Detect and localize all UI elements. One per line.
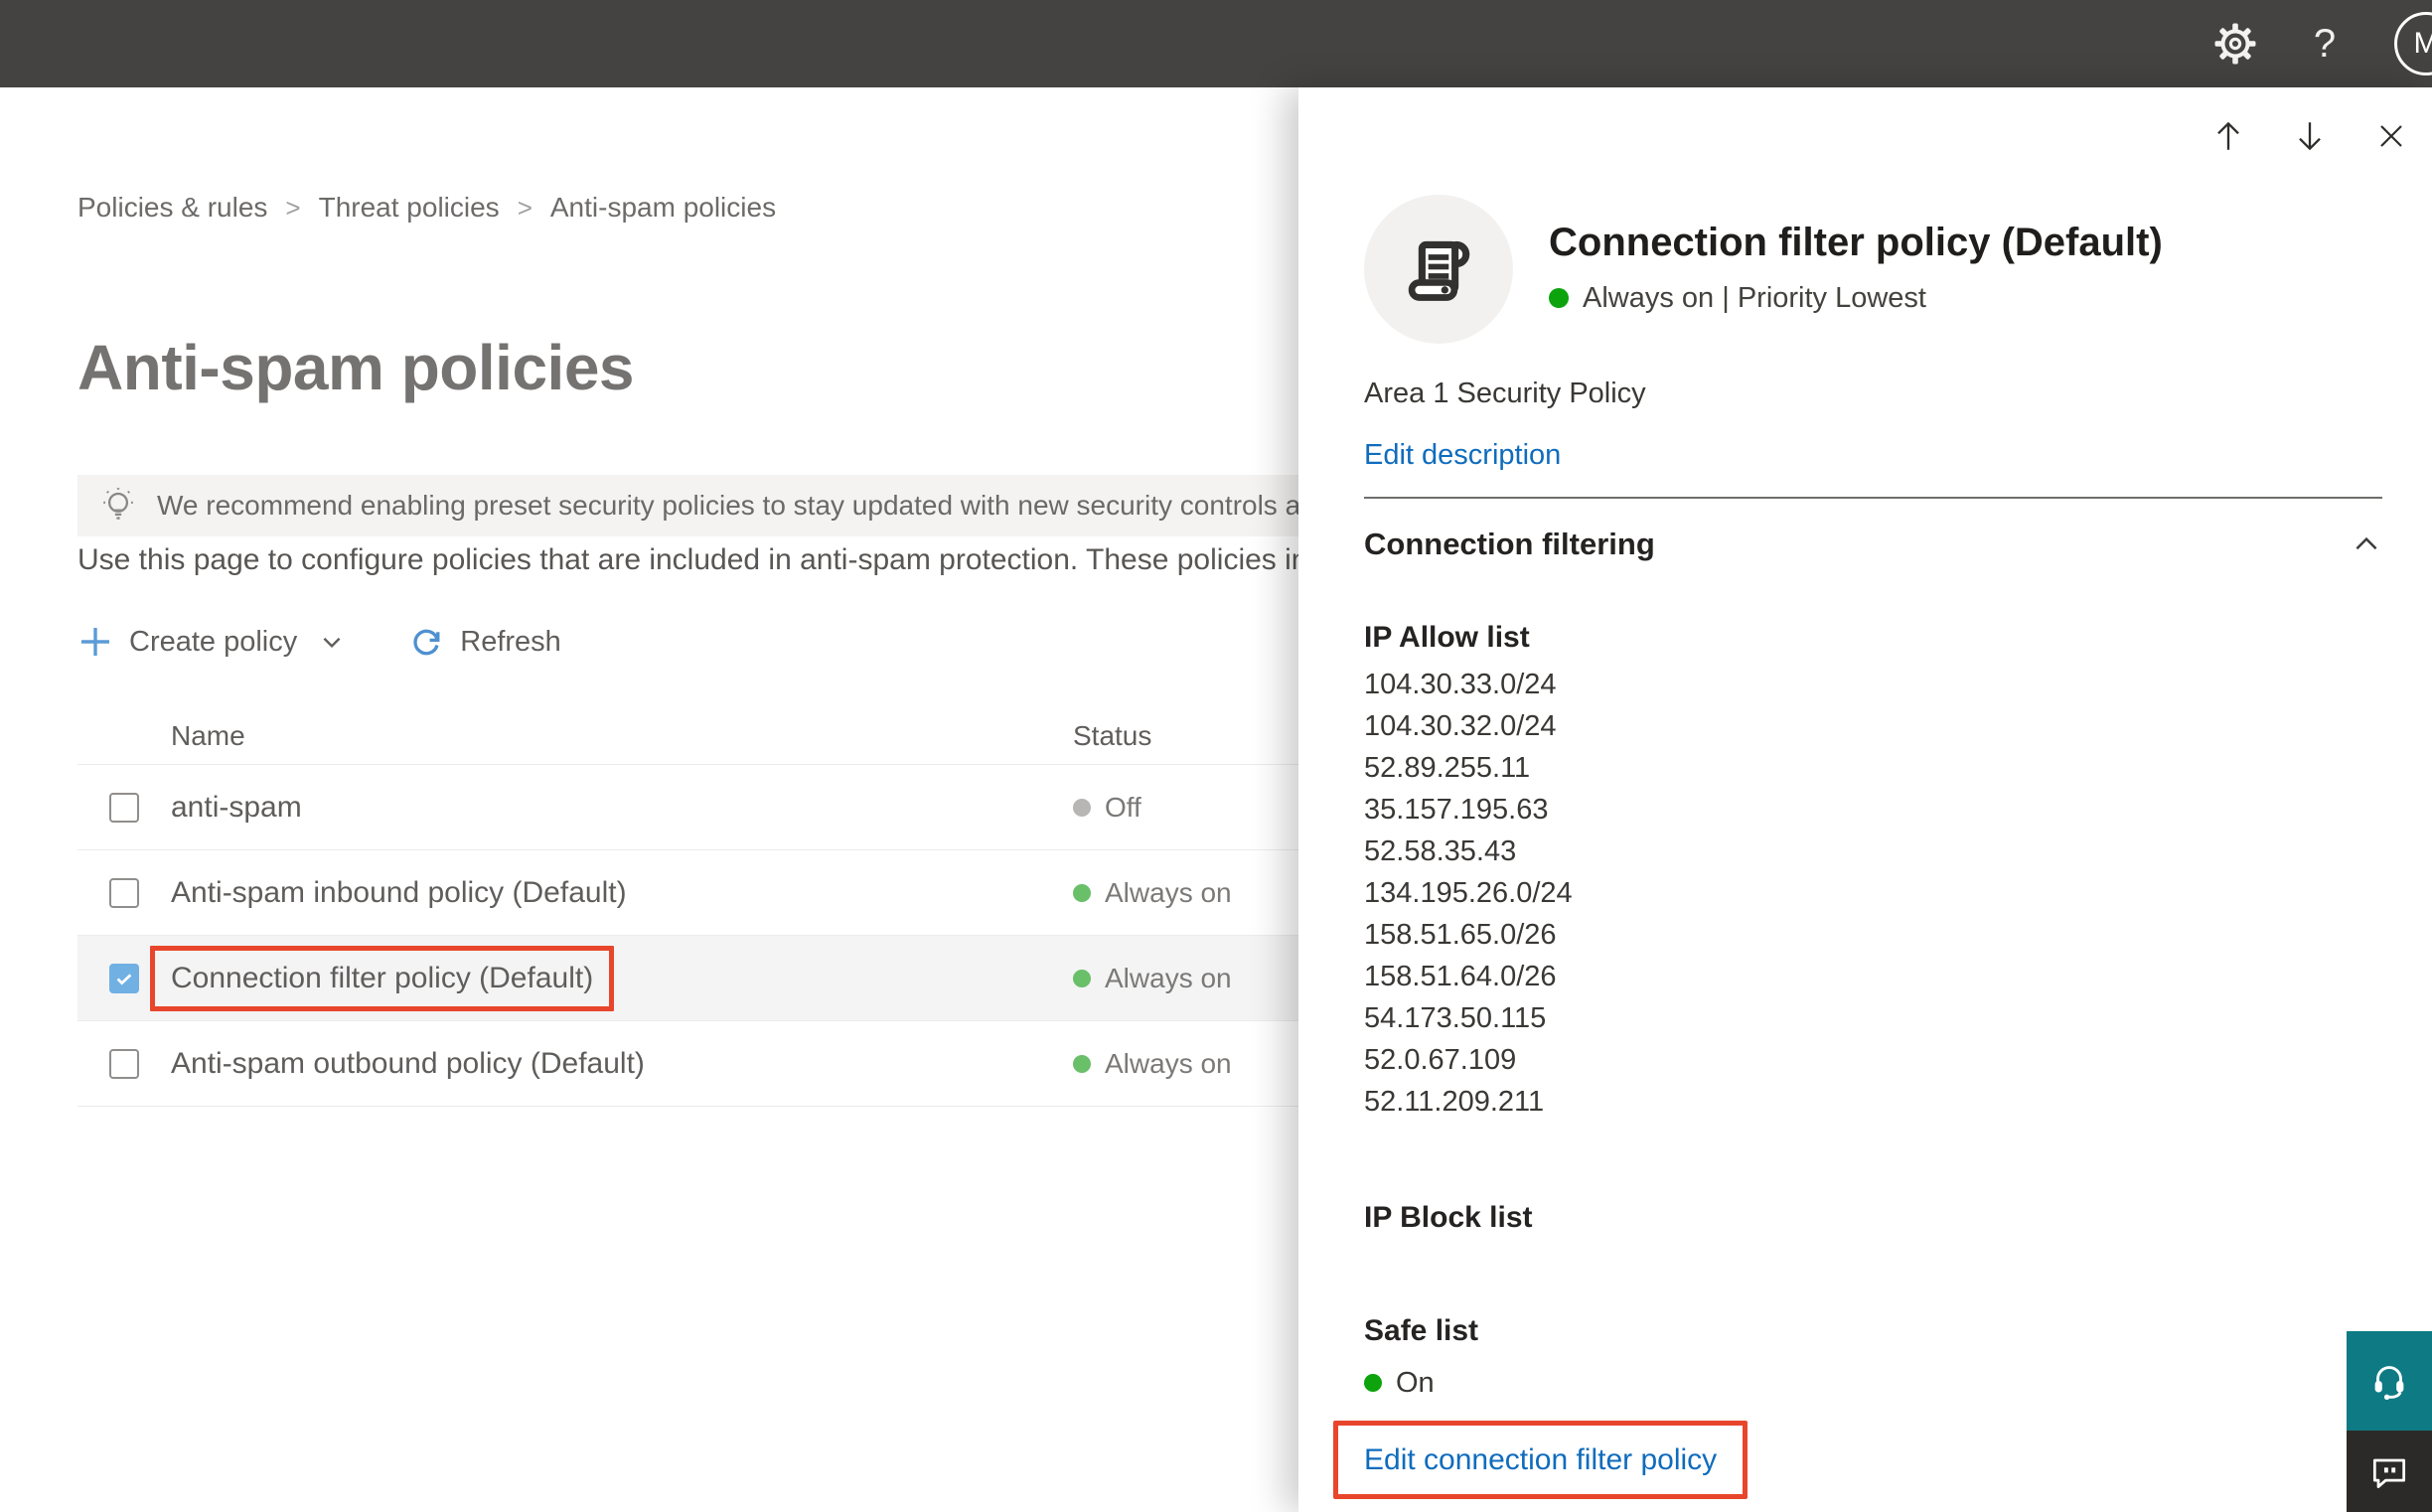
- chat-bubble-icon: [2367, 1449, 2411, 1493]
- status-dot: [1073, 969, 1091, 987]
- banner-text: We recommend enabling preset security po…: [157, 490, 1331, 521]
- edit-connection-filter-highlight-box: Edit connection filter policy: [1333, 1421, 1748, 1499]
- ip-allow-entry: 52.58.35.43: [1364, 835, 1517, 867]
- settings-gear-icon[interactable]: [2213, 22, 2257, 66]
- breadcrumb-item[interactable]: Anti-spam policies: [550, 192, 776, 223]
- ip-block-list-title: IP Block list: [1364, 1201, 1533, 1234]
- policy-name[interactable]: Connection filter policy (Default): [150, 945, 615, 1011]
- recommendation-banner: We recommend enabling preset security po…: [77, 475, 1331, 536]
- status-cell: Always on: [1073, 877, 1331, 909]
- checkbox-cell: [77, 963, 139, 993]
- name-cell: Anti-spam inbound policy (Default): [139, 876, 1073, 910]
- checkbox-cell: [77, 1048, 139, 1079]
- refresh-button[interactable]: Refresh: [345, 624, 561, 660]
- table-header: Name Status: [77, 707, 1331, 765]
- page-description: Use this page to configure policies that…: [77, 543, 1331, 576]
- section-title: Connection filtering: [1364, 527, 1655, 561]
- policy-description: Area 1 Security Policy: [1364, 378, 1646, 409]
- status-dot: [1073, 883, 1091, 902]
- refresh-label: Refresh: [460, 625, 561, 658]
- chevron-down-icon: [319, 629, 345, 655]
- row-checkbox[interactable]: [109, 877, 139, 908]
- status-cell: Off: [1073, 792, 1331, 824]
- breadcrumb-item[interactable]: Threat policies: [319, 192, 500, 223]
- edit-connection-filter-policy-link[interactable]: Edit connection filter policy: [1364, 1443, 1717, 1477]
- ip-allow-entry: 158.51.65.0/26: [1364, 919, 1557, 951]
- checkbox-cell: [77, 792, 139, 823]
- row-checkbox[interactable]: [109, 963, 139, 993]
- connection-filtering-section-header: Connection filtering: [1364, 525, 2382, 564]
- status-label: Always on: [1105, 1047, 1232, 1079]
- ip-allow-list-title: IP Allow list: [1364, 621, 1530, 654]
- name-cell: Connection filter policy (Default): [139, 945, 1073, 1011]
- divider: [1364, 497, 2382, 499]
- ip-allow-entry: 52.0.67.109: [1364, 1044, 1517, 1076]
- safe-list-status: On: [1364, 1365, 2382, 1401]
- status-cell: Always on: [1073, 1048, 1331, 1080]
- status-label: Off: [1105, 791, 1141, 823]
- plus-icon: [77, 624, 113, 660]
- create-policy-button[interactable]: Create policy: [77, 624, 345, 660]
- account-avatar[interactable]: M: [2394, 12, 2432, 76]
- policy-name[interactable]: Anti-spam inbound policy (Default): [171, 876, 627, 910]
- ip-allow-list: 104.30.33.0/24 104.30.32.0/24 52.89.255.11…: [1364, 664, 2382, 1123]
- breadcrumb-separator: >: [517, 193, 532, 223]
- policy-name[interactable]: anti-spam: [171, 791, 302, 825]
- table-row[interactable]: anti-spam Off: [77, 765, 1331, 850]
- ip-allow-entry: 104.30.33.0/24: [1364, 669, 1557, 700]
- ip-allow-entry: 35.157.195.63: [1364, 794, 1549, 826]
- column-header-name[interactable]: Name: [139, 720, 1073, 752]
- table-row[interactable]: Connection filter policy (Default) Alway…: [77, 936, 1331, 1021]
- safe-list-title: Safe list: [1364, 1314, 1479, 1347]
- ip-allow-entry: 54.173.50.115: [1364, 1002, 1547, 1034]
- status-cell: Always on: [1073, 963, 1331, 994]
- ip-allow-entry: 134.195.26.0/24: [1364, 877, 1573, 909]
- feedback-chat-button[interactable]: [2347, 1431, 2432, 1512]
- breadcrumb-separator: >: [285, 193, 301, 223]
- page: { "topbar": { "avatar_initial": "M", "he…: [0, 0, 2432, 1512]
- breadcrumb-item[interactable]: Policies & rules: [77, 192, 267, 223]
- row-checkbox[interactable]: [109, 1048, 139, 1079]
- policy-details-flyout: Connection filter policy (Default) Alway…: [1298, 87, 2432, 1512]
- table-row[interactable]: Anti-spam inbound policy (Default) Alway…: [77, 850, 1331, 936]
- headset-icon: [2366, 1358, 2412, 1404]
- create-policy-label: Create policy: [129, 625, 298, 658]
- edit-description-link[interactable]: Edit description: [1364, 437, 2382, 473]
- name-cell: anti-spam: [139, 791, 1073, 825]
- lightbulb-icon: [95, 483, 141, 529]
- status-label: Always on: [1105, 962, 1232, 993]
- column-header-status[interactable]: Status: [1073, 720, 1331, 752]
- ip-allow-entry: 104.30.32.0/24: [1364, 710, 1557, 742]
- policy-table: Name Status anti-spam Off Anti-spam inbo…: [77, 707, 1331, 1107]
- status-dot: [1073, 798, 1091, 817]
- policy-name[interactable]: Anti-spam outbound policy (Default): [171, 1047, 645, 1081]
- ip-allow-entry: 158.51.64.0/26: [1364, 961, 1557, 992]
- row-checkbox[interactable]: [109, 792, 139, 823]
- checkbox-cell: [77, 877, 139, 908]
- ip-allow-entry: 52.89.255.11: [1364, 752, 1531, 784]
- safe-list-status-label: On: [1396, 1367, 1435, 1399]
- refresh-icon: [408, 624, 444, 660]
- status-label: Always on: [1105, 876, 1232, 908]
- ip-allow-entry: 52.11.209.211: [1364, 1086, 1545, 1118]
- chevron-up-icon[interactable]: [2351, 529, 2382, 560]
- status-dot: [1073, 1054, 1091, 1073]
- flyout-body: Area 1 Security Policy Edit description …: [1333, 87, 2382, 1499]
- help-icon[interactable]: ?: [2305, 22, 2345, 66]
- table-row[interactable]: Anti-spam outbound policy (Default) Alwa…: [77, 1021, 1331, 1107]
- top-bar: ? M: [0, 0, 2432, 87]
- name-cell: Anti-spam outbound policy (Default): [139, 1047, 1073, 1081]
- policy-table-body: anti-spam Off Anti-spam inbound policy (…: [77, 765, 1331, 1107]
- support-button[interactable]: [2347, 1331, 2432, 1431]
- safe-list-status-dot: [1364, 1374, 1382, 1392]
